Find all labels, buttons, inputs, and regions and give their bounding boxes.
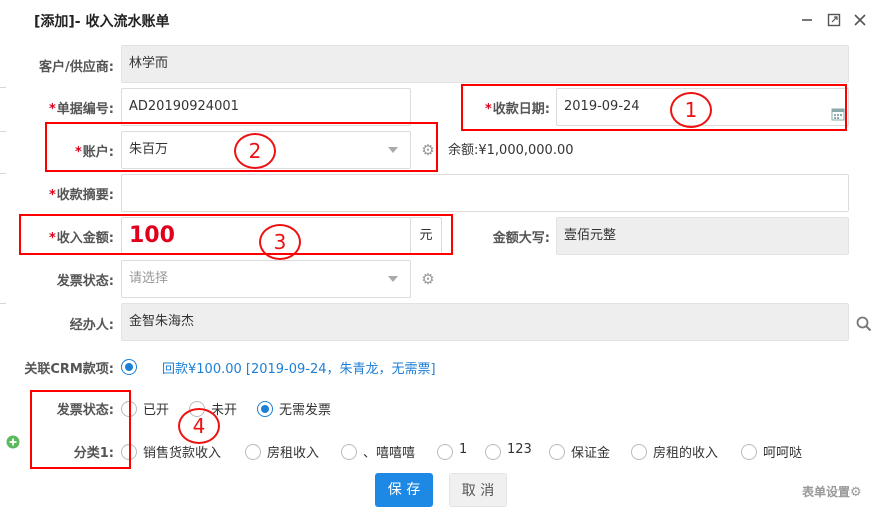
handler-label: 经办人:: [69, 318, 114, 333]
invoice-status-select[interactable]: 请选择: [121, 260, 411, 298]
account-balance: 余额:¥1,000,000.00: [448, 143, 574, 158]
category-option[interactable]: 1: [459, 442, 467, 457]
category-option[interactable]: 、嘻嘻嘻: [363, 442, 415, 461]
chevron-down-icon: [388, 276, 398, 282]
category-radio[interactable]: [485, 444, 501, 460]
search-icon[interactable]: [856, 316, 872, 336]
category-radio[interactable]: [741, 444, 757, 460]
category-option[interactable]: 房租的收入: [653, 442, 718, 461]
category-option[interactable]: 保证金: [571, 442, 610, 461]
crm-radio[interactable]: [121, 359, 137, 375]
summary-field[interactable]: [121, 174, 849, 212]
annotation-number: 1: [670, 92, 712, 128]
category-option[interactable]: 销售货款收入: [143, 442, 221, 461]
edge-mark: [0, 173, 6, 174]
category-radio[interactable]: [245, 444, 261, 460]
category-option[interactable]: 呵呵哒: [763, 442, 802, 461]
radio-issued-label[interactable]: 已开: [143, 399, 169, 418]
dialog-titlebar: [添加]- 收入流水账单: [0, 0, 880, 40]
radio-no-invoice-label[interactable]: 无需发票: [279, 399, 331, 418]
annotation-box-date: [461, 84, 847, 131]
doc-no-label: *单据编号:: [48, 102, 114, 117]
invoice-status-select-label: 发票状态:: [56, 274, 114, 289]
category-option[interactable]: 123: [507, 442, 532, 457]
gear-icon[interactable]: ⚙: [420, 271, 436, 287]
edge-mark: [0, 131, 6, 132]
save-button[interactable]: 保 存: [375, 473, 433, 507]
handler-field[interactable]: 金智朱海杰: [121, 303, 849, 341]
maximize-icon[interactable]: [826, 13, 842, 29]
annotation-number: 3: [259, 224, 301, 260]
edge-mark: [0, 87, 6, 88]
customer-label: 客户/供应商:: [39, 60, 114, 75]
crm-item[interactable]: 回款¥100.00 [2019-09-24，朱青龙，无需票]: [162, 358, 436, 377]
amount-words-field: 壹佰元整: [556, 217, 849, 255]
cancel-button[interactable]: 取 消: [449, 473, 507, 507]
customer-field[interactable]: 林学而: [121, 45, 849, 83]
amount-words-label: 金额大写:: [492, 231, 550, 246]
close-icon[interactable]: [852, 13, 868, 29]
dialog-title: [添加]- 收入流水账单: [34, 14, 170, 30]
radio-no-invoice[interactable]: [257, 401, 273, 417]
income-dialog: [添加]- 收入流水账单 客户/供应商: 林学而 *单据编号: AD201909…: [0, 0, 880, 509]
annotation-number: 2: [234, 133, 276, 169]
category-radio[interactable]: [631, 444, 647, 460]
category-radio[interactable]: [341, 444, 357, 460]
doc-no-field[interactable]: AD20190924001: [121, 88, 411, 126]
category-option[interactable]: 房租收入: [267, 442, 319, 461]
minimize-icon[interactable]: [799, 13, 815, 29]
category-radio[interactable]: [437, 444, 453, 460]
edge-mark: [0, 303, 6, 304]
annotation-number: 4: [178, 408, 220, 444]
annotation-box-amount: [19, 214, 453, 255]
form-settings-link[interactable]: 表单设置⚙: [802, 483, 862, 500]
crm-label: 关联CRM款项:: [24, 362, 114, 377]
gear-icon: ⚙: [850, 485, 862, 500]
category-radio[interactable]: [549, 444, 565, 460]
summary-label: *收款摘要:: [48, 188, 114, 203]
annotation-box-radios: [30, 390, 131, 469]
